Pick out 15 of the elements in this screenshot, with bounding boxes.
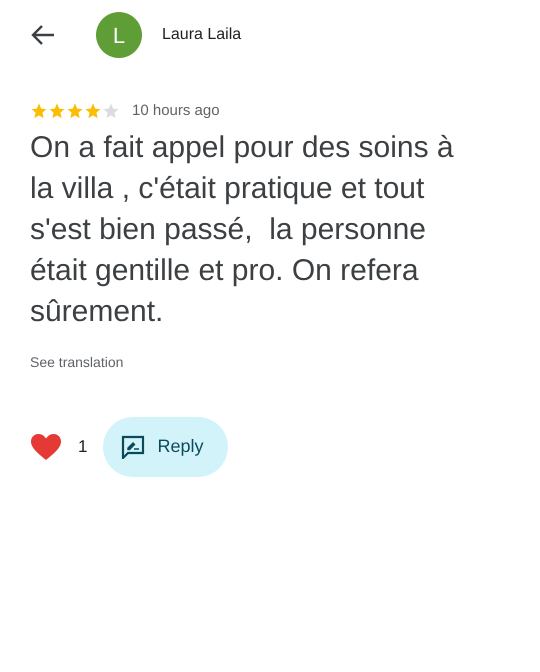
star-icon [48,102,66,120]
author-name: Laura Laila [162,25,242,45]
star-icon [84,102,102,120]
back-icon[interactable] [30,24,56,46]
see-translation-link[interactable]: See translation [30,354,124,370]
heart-icon[interactable] [30,432,62,460]
avatar: L [96,12,142,58]
star-icon [66,102,84,120]
star-icon [102,102,120,120]
star-icon [30,102,48,120]
like-count: 1 [78,436,88,458]
review-time: 10 hours ago [132,101,220,121]
reply-button[interactable]: Reply [103,416,228,476]
reply-icon [121,434,146,458]
review-text: On a fait appel pour des soins à la villa , c'était pratique et tout s'est bien passé, la personne était gentille et pro. On refera sûrement. [29,130,455,330]
